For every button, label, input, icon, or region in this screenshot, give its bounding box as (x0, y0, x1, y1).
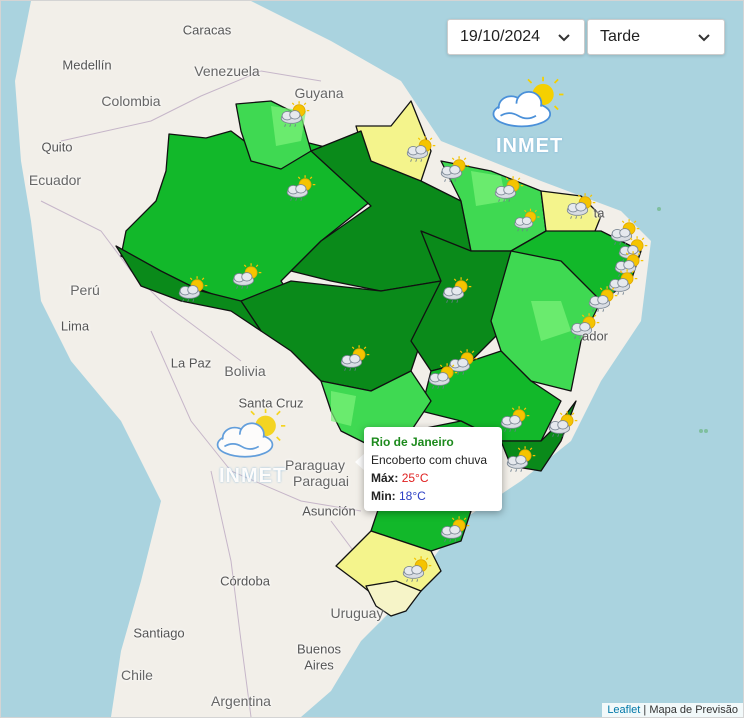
map-label-argentina: Argentina (211, 693, 271, 709)
inmet-logo-text: INMET (496, 135, 564, 157)
map-label-natal: ta (593, 205, 605, 221)
map-label-paraguai: Paraguai (292, 473, 350, 489)
popup-city: Rio de Janeiro (371, 435, 454, 449)
map-label-peru: Perú (70, 282, 100, 298)
forecast-map[interactable]: Caracas Medellín Venezuela Guyana Colomb… (0, 0, 744, 718)
map-label-guyana: Guyana (294, 85, 344, 101)
map-label-uruguay: Uruguay (330, 605, 384, 621)
date-select[interactable]: 19/10/2024 (447, 19, 585, 55)
map-label-venezuela: Venezuela (194, 63, 260, 79)
attribution-separator: | (640, 704, 650, 716)
period-select[interactable]: Tarde (587, 19, 725, 55)
map-label-cordoba: Córdoba (220, 573, 270, 589)
map-attribution: Leaflet | Mapa de Previsão (602, 703, 743, 717)
map-label-colombia: Colombia (101, 93, 161, 109)
popup-min-row: Min: 18°C (371, 487, 495, 505)
map-label-asuncion: Asunción (302, 503, 356, 519)
map-label-aires: Aires (304, 657, 334, 673)
inmet-watermark-text: INMET (219, 465, 287, 487)
date-select-value: 19/10/2024 (460, 28, 541, 45)
map-label-medellin: Medellín (62, 57, 112, 73)
map-label-salvador: ador (581, 328, 609, 344)
popup-min-label: Min: (371, 489, 396, 503)
popup-max-label: Máx: (371, 471, 399, 485)
popup-max-row: Máx: 25°C (371, 469, 495, 487)
chevron-down-icon (558, 34, 570, 42)
map-label-santa-cruz: Santa Cruz (238, 395, 304, 411)
map-label-caracas: Caracas (182, 22, 232, 38)
map-label-paraguay: Paraguay (285, 457, 345, 473)
chevron-down-icon (698, 34, 710, 42)
forecast-popup: Rio de Janeiro Encoberto com chuva Máx: … (364, 427, 502, 511)
popup-min-value: 18°C (399, 489, 426, 503)
map-label-buenos: Buenos (296, 641, 342, 657)
map-label-lima: Lima (60, 318, 90, 334)
popup-condition: Encoberto com chuva (371, 453, 488, 467)
map-label-quito: Quito (41, 139, 73, 155)
map-label-chile: Chile (121, 667, 153, 683)
map-label-ecuador: Ecuador (28, 172, 82, 188)
map-label-bolivia: Bolivia (224, 363, 266, 379)
popup-max-value: 25°C (401, 471, 429, 485)
period-select-value: Tarde (600, 28, 641, 45)
attribution-source: Mapa de Previsão (649, 704, 738, 716)
map-label-santiago: Santiago (133, 625, 185, 641)
leaflet-link[interactable]: Leaflet (607, 704, 640, 716)
map-label-la-paz: La Paz (170, 355, 212, 371)
